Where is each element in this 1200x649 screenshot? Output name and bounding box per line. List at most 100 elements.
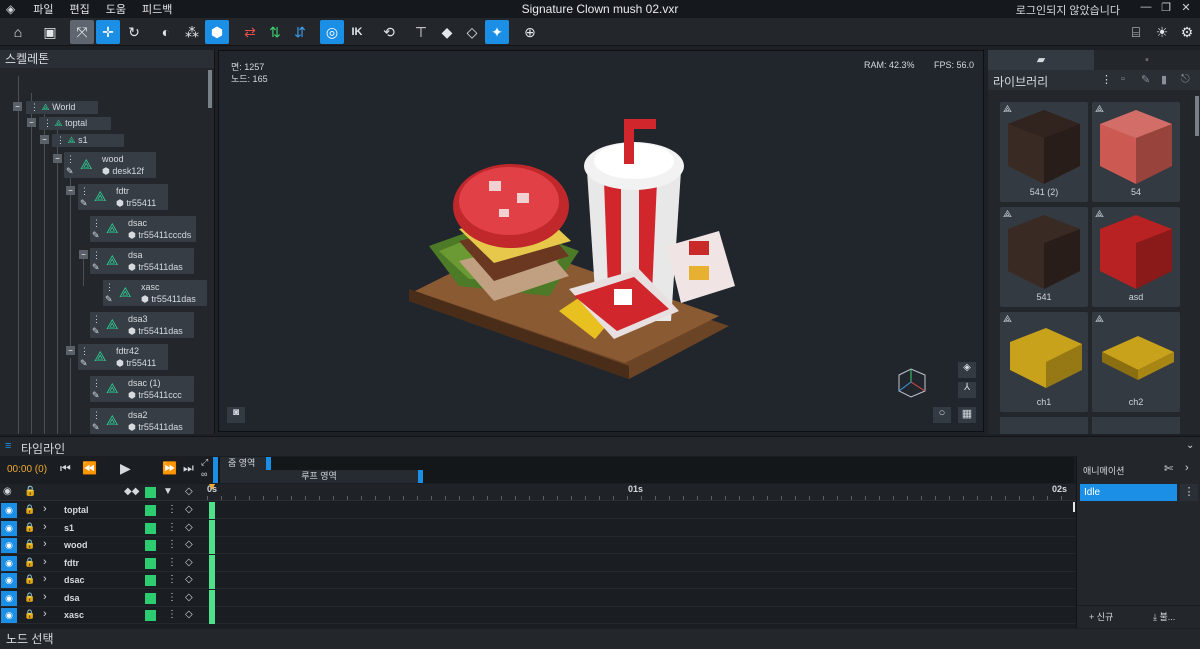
- close-icon[interactable]: ✕: [1176, 1, 1196, 17]
- keyframe-diamond-icon[interactable]: ◇: [185, 609, 193, 620]
- animation-item-menu-icon[interactable]: ⋮: [1180, 484, 1198, 501]
- library-item[interactable]: ⟁ ch1: [1000, 312, 1088, 412]
- tree-node-dsa3[interactable]: ⋮ ✎ ⟁ dsa3 ⬢ tr55411das: [90, 312, 194, 338]
- expand-chevron-icon[interactable]: ›: [43, 573, 47, 585]
- visibility-eye-icon[interactable]: ◉: [1, 590, 17, 606]
- track-row[interactable]: ◉ 🔒 › wood ⋮ ◇: [0, 537, 1076, 554]
- keyframe-marker[interactable]: [209, 519, 215, 537]
- loop-handle-end[interactable]: [418, 470, 423, 483]
- track-menu-icon[interactable]: ⋮: [167, 557, 177, 568]
- collapse-icon[interactable]: −: [27, 118, 36, 127]
- lock-icon[interactable]: 🔒: [24, 539, 35, 550]
- track-color-swatch[interactable]: [145, 557, 156, 569]
- animation-arrow-icon[interactable]: ›: [1185, 462, 1189, 474]
- menu-feedback[interactable]: 피드백: [142, 1, 172, 17]
- keyframe-diamond-icon[interactable]: ◇: [185, 592, 193, 603]
- library-edit-icon[interactable]: ✎: [1141, 73, 1150, 86]
- keyframe-marker[interactable]: [209, 554, 215, 572]
- expand-chevron-icon[interactable]: ›: [43, 521, 47, 533]
- zoom-handle-start[interactable]: [213, 457, 218, 470]
- minimize-icon[interactable]: —: [1136, 1, 1156, 17]
- restore-icon[interactable]: ❐: [1156, 1, 1176, 17]
- visibility-eye-icon[interactable]: ◉: [1, 503, 17, 518]
- first-frame-icon[interactable]: ⏮: [60, 461, 71, 476]
- tree-node-xasc[interactable]: ⋮ ✎ ⟁ xasc ⬢ tr55411das: [103, 280, 207, 306]
- filter-icon[interactable]: ▼: [163, 486, 173, 497]
- skeleton-scrollbar[interactable]: [208, 70, 212, 108]
- library-item[interactable]: [1000, 417, 1088, 434]
- expand-chevron-icon[interactable]: ›: [43, 608, 47, 620]
- axis-icon[interactable]: ⅄: [958, 382, 976, 398]
- keyframe-marker[interactable]: [209, 502, 215, 519]
- tree-node-fdtr42[interactable]: ⋮ ✎ ⟁ fdtr42 ⬢ tr55411: [78, 344, 168, 370]
- track-row[interactable]: ◉ 🔒 › toptal ⋮ ◇: [0, 502, 1076, 519]
- keyframe-diamond-icon[interactable]: ◇: [185, 504, 193, 515]
- track-menu-icon[interactable]: ⋮: [167, 522, 177, 533]
- zoom-track[interactable]: [212, 457, 1074, 470]
- library-menu-icon[interactable]: ⋮: [1101, 73, 1112, 86]
- eye-header-icon[interactable]: ◉: [3, 486, 12, 497]
- keyframe-diamond-icon[interactable]: ◇: [185, 539, 193, 550]
- home-icon[interactable]: ⌂: [6, 20, 30, 44]
- settings-icon[interactable]: ⚙: [1175, 20, 1199, 44]
- library-item[interactable]: [1092, 417, 1180, 434]
- loop-icon[interactable]: ⟲: [377, 20, 401, 44]
- track-menu-icon[interactable]: ⋮: [167, 609, 177, 620]
- time-ruler[interactable]: 0s 01s 02s: [207, 484, 1075, 501]
- orientation-gizmo[interactable]: [895, 365, 929, 401]
- tree-node-toptal[interactable]: ⋮ ⟁ toptal: [39, 117, 111, 130]
- visibility-eye-icon[interactable]: ◉: [1, 573, 17, 588]
- library-item[interactable]: ⟁ asd: [1092, 207, 1180, 307]
- track-menu-icon[interactable]: ⋮: [167, 574, 177, 585]
- login-status[interactable]: 로그인되지 않았습니다: [1016, 2, 1120, 18]
- keyframe-header-icon[interactable]: ◆◆: [124, 486, 139, 497]
- tree-node-dsa[interactable]: ⋮ ✎ ⟁ dsa ⬢ tr55411das: [90, 248, 194, 274]
- pivot-icon[interactable]: ⁂: [180, 20, 204, 44]
- 3d-viewport[interactable]: 면: 1257 노드: 165 RAM: 42.3% FPS: 56.0 ◈ ⅄…: [218, 50, 984, 432]
- app-logo-icon[interactable]: ◈: [6, 2, 15, 16]
- track-color-swatch[interactable]: [145, 610, 156, 621]
- keyframe-diamond-icon[interactable]: ◇: [185, 574, 193, 585]
- visibility-eye-icon[interactable]: ◉: [1, 608, 17, 623]
- collapse-icon[interactable]: −: [66, 186, 75, 195]
- next-frame-icon[interactable]: ⏩: [162, 461, 177, 475]
- global-icon[interactable]: ◎: [320, 20, 344, 44]
- library-item[interactable]: ⟁ 541 (2): [1000, 102, 1088, 202]
- flip-z-icon[interactable]: ⇵: [288, 20, 312, 44]
- tree-node-world[interactable]: ⋮ ⟁ World: [26, 101, 98, 114]
- track-color-swatch[interactable]: [145, 505, 156, 516]
- keyframe-diamond-icon[interactable]: ◇: [185, 557, 193, 568]
- menu-edit[interactable]: 편집: [69, 1, 89, 17]
- zoom-handle-end[interactable]: [266, 457, 271, 470]
- visibility-eye-icon[interactable]: ◉: [1, 555, 17, 571]
- keyframe-marker[interactable]: [209, 572, 215, 589]
- solid-cube-icon[interactable]: ◆: [435, 20, 459, 44]
- library-scrollbar[interactable]: [1195, 96, 1199, 136]
- tree-node-dsa2[interactable]: ⋮ ✎ ⟁ dsa2 ⬢ tr55411das: [90, 408, 194, 434]
- move-tool-icon[interactable]: ✛: [96, 20, 120, 44]
- collapse-icon[interactable]: −: [40, 135, 49, 144]
- track-color-swatch[interactable]: [145, 575, 156, 586]
- collapse-icon[interactable]: −: [66, 346, 75, 355]
- hierarchy-icon[interactable]: ⊤: [409, 20, 433, 44]
- flip-x-icon[interactable]: ⇄: [238, 20, 262, 44]
- tree-node-dsac[interactable]: ⋮ ✎ ⟁ dsac ⬢ tr55411cccds: [90, 216, 196, 242]
- new-animation-button[interactable]: + 신규: [1089, 610, 1113, 623]
- collapse-icon[interactable]: −: [79, 250, 88, 259]
- sphere-icon[interactable]: ○: [933, 407, 951, 423]
- loop-area[interactable]: 루프 영역: [220, 470, 418, 483]
- lock-icon[interactable]: 🔒: [24, 504, 35, 515]
- keyframe-marker[interactable]: [209, 589, 215, 607]
- lock-icon[interactable]: 🔒: [24, 557, 35, 568]
- lock-header-icon[interactable]: 🔒: [24, 486, 36, 497]
- library-item[interactable]: ⟁ ch2: [1092, 312, 1180, 412]
- collapse-chevron-icon[interactable]: ⌄: [1186, 440, 1194, 451]
- track-row[interactable]: ◉ 🔒 › dsac ⋮ ◇: [0, 572, 1076, 589]
- grid-icon[interactable]: ▦: [958, 407, 976, 423]
- track-color-swatch[interactable]: [145, 522, 156, 534]
- track-menu-icon[interactable]: ⋮: [167, 592, 177, 603]
- prev-frame-icon[interactable]: ⏪: [82, 461, 97, 475]
- track-row[interactable]: ◉ 🔒 › fdtr ⋮ ◇: [0, 554, 1076, 572]
- sparkle-icon[interactable]: ✦: [485, 20, 509, 44]
- keyframe-diamond-icon[interactable]: ◇: [185, 522, 193, 533]
